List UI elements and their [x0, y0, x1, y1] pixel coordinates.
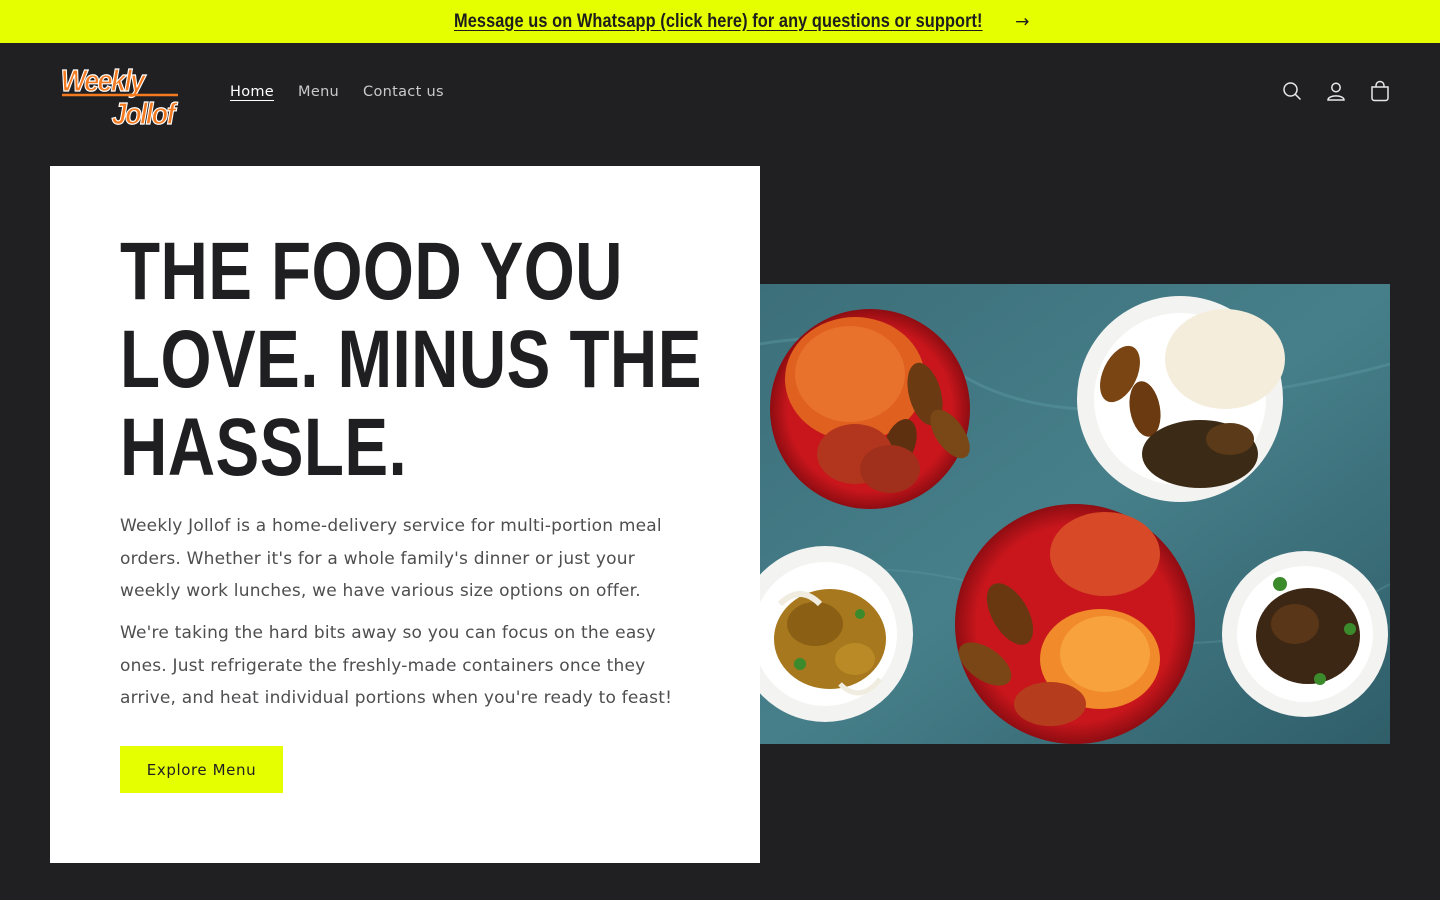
- hero-paragraph: Weekly Jollof is a home-delivery service…: [120, 516, 662, 601]
- nav-contact-us[interactable]: Contact us: [351, 81, 456, 103]
- search-icon[interactable]: [1280, 79, 1304, 103]
- cart-icon[interactable]: [1368, 79, 1392, 103]
- site-header: Weekly Jollof Home Menu Contact us: [0, 43, 1440, 143]
- hero-title-line: HASSLE.: [120, 402, 408, 493]
- explore-menu-button[interactable]: Explore Menu: [120, 746, 283, 793]
- announcement-bar: Message us on Whatsapp (click here) for …: [0, 0, 1440, 43]
- arrow-right-icon: →: [1015, 11, 1030, 32]
- nav-menu[interactable]: Menu: [286, 81, 351, 103]
- weekly-jollof-logo[interactable]: Weekly Jollof: [58, 61, 184, 132]
- hero-card: THE FOOD YOU LOVE. MINUS THE HASSLE. Wee…: [50, 166, 760, 863]
- hero-title-line: LOVE. MINUS THE: [120, 314, 702, 405]
- nav-home[interactable]: Home: [218, 81, 286, 103]
- hero-paragraph: We're taking the hard bits away so you c…: [120, 623, 673, 708]
- hero-title: THE FOOD YOU LOVE. MINUS THE HASSLE.: [120, 226, 702, 493]
- header-icons: [1280, 79, 1392, 103]
- hero-food-image: [760, 284, 1390, 744]
- main-nav: Home Menu Contact us: [218, 81, 456, 103]
- svg-text:Jollof: Jollof: [112, 97, 179, 127]
- account-icon[interactable]: [1324, 79, 1348, 103]
- hero-title-line: THE FOOD YOU: [120, 226, 623, 317]
- svg-text:Weekly: Weekly: [61, 64, 147, 98]
- whatsapp-link[interactable]: Message us on Whatsapp (click here) for …: [454, 11, 983, 33]
